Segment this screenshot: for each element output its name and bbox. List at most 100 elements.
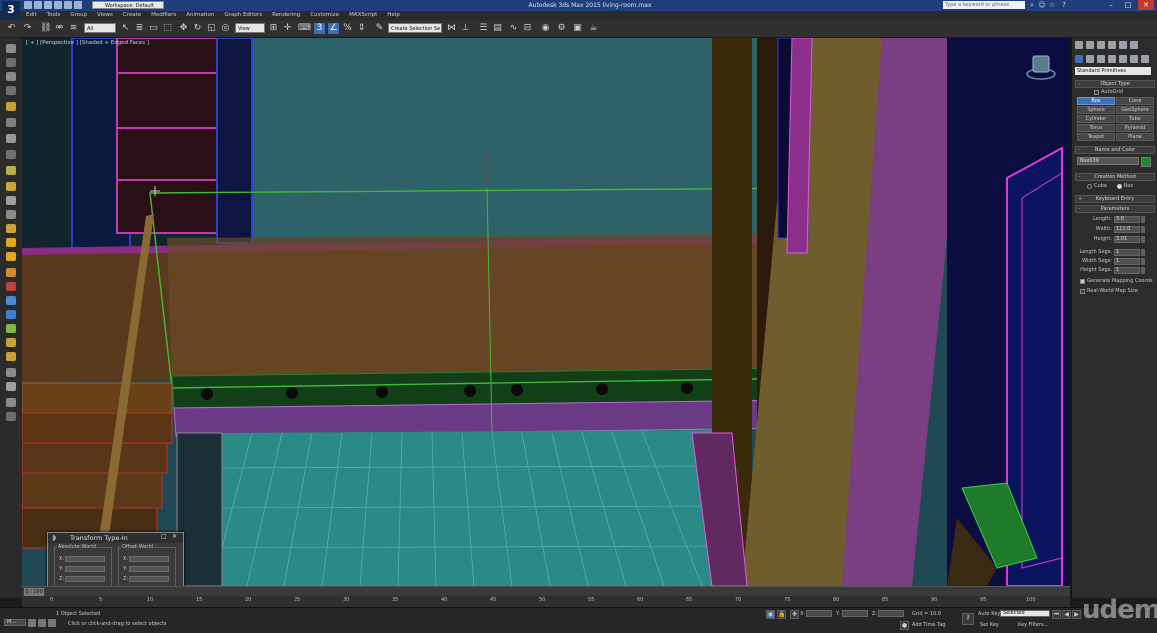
pivot-center-icon[interactable]: ⊞ xyxy=(268,23,279,34)
tool-icon-13[interactable] xyxy=(6,224,16,233)
tool-icon-8[interactable] xyxy=(6,150,16,159)
app-logo-icon[interactable]: 3 xyxy=(2,1,20,19)
move-icon[interactable]: ✥ xyxy=(178,23,189,34)
tool-icon-10[interactable] xyxy=(6,182,16,191)
selection-region-icon[interactable]: ▭ xyxy=(148,23,159,34)
menu-modifiers[interactable]: Modifiers xyxy=(151,11,176,20)
height-segs-spinner[interactable] xyxy=(1141,267,1145,274)
menu-group[interactable]: Group xyxy=(70,11,87,20)
menu-graph-editors[interactable]: Graph Editors xyxy=(224,11,262,20)
length-segs-spinner[interactable] xyxy=(1141,249,1145,256)
height-spinner[interactable] xyxy=(1141,236,1145,243)
motion-tab-icon[interactable] xyxy=(1108,41,1116,49)
window-crossing-icon[interactable]: ⬚ xyxy=(162,23,173,34)
modify-tab-icon[interactable] xyxy=(1086,41,1094,49)
real-world-checkbox[interactable] xyxy=(1080,289,1085,294)
tool-icon-19[interactable] xyxy=(6,310,16,319)
tool-icon-4[interactable] xyxy=(6,86,16,95)
percent-snap-icon[interactable]: % xyxy=(342,23,353,34)
display-tab-icon[interactable] xyxy=(1119,41,1127,49)
maximize-button[interactable]: □ xyxy=(1120,0,1136,10)
create-tab-icon[interactable] xyxy=(1075,41,1083,49)
listener-icon-1[interactable] xyxy=(28,619,36,627)
rotate-icon[interactable]: ↻ xyxy=(192,23,203,34)
workspace-dropdown[interactable]: Workspace: Default xyxy=(92,1,164,9)
redo-icon[interactable] xyxy=(64,1,72,9)
curve-editor-icon[interactable]: ∿ xyxy=(508,23,519,34)
height-input[interactable]: 3.01 xyxy=(1114,236,1140,243)
viewcube-icon[interactable] xyxy=(1026,52,1056,80)
selection-filter-dropdown[interactable]: All xyxy=(84,23,116,33)
mirror-icon[interactable]: ⋈ xyxy=(446,23,457,34)
generate-mapping-checkbox[interactable] xyxy=(1080,279,1085,284)
close-button[interactable]: ✕ xyxy=(1138,0,1154,10)
tool-icon-24[interactable] xyxy=(6,382,16,391)
x-coordinate-input[interactable] xyxy=(806,610,832,617)
tool-icon-12[interactable] xyxy=(6,210,16,219)
width-spinner[interactable] xyxy=(1141,226,1145,233)
width-segs-input[interactable]: 1 xyxy=(1114,258,1140,265)
width-segs-spinner[interactable] xyxy=(1141,258,1145,265)
key-mode-dropdown[interactable]: Selected xyxy=(1000,610,1050,617)
menu-tools[interactable]: Tools xyxy=(47,11,61,20)
search-icon[interactable]: ⌕ xyxy=(1028,1,1036,9)
box-button[interactable]: Box xyxy=(1077,97,1115,105)
menu-customize[interactable]: Customize xyxy=(310,11,339,20)
save-file-icon[interactable] xyxy=(44,1,52,9)
geosphere-button[interactable]: GeoSphere xyxy=(1116,106,1154,114)
isolate-selection-icon[interactable]: ◉ xyxy=(766,610,775,619)
tool-icon-7[interactable] xyxy=(6,134,16,143)
new-file-icon[interactable] xyxy=(24,1,32,9)
abs-y-input[interactable] xyxy=(65,566,105,572)
reference-coordinate-dropdown[interactable]: View xyxy=(235,23,265,33)
menu-edit[interactable]: Edit xyxy=(26,11,37,20)
utilities-tab-icon[interactable] xyxy=(1130,41,1138,49)
sphere-button[interactable]: Sphere xyxy=(1077,106,1115,114)
schematic-view-icon[interactable]: ⊟ xyxy=(522,23,533,34)
plane-button[interactable]: Plane xyxy=(1116,133,1154,141)
select-place-icon[interactable]: ◎ xyxy=(220,23,231,34)
height-segs-input[interactable]: 1 xyxy=(1114,267,1140,274)
creation-method-rollout[interactable]: – Creation Method xyxy=(1075,173,1155,181)
tool-icon-21[interactable] xyxy=(6,338,16,347)
auto-key-button[interactable]: Auto Key xyxy=(978,611,1000,617)
unlink-icon[interactable]: ⚮ xyxy=(54,23,65,34)
z-coordinate-input[interactable] xyxy=(878,610,904,617)
maxscript-listener[interactable]: M... xyxy=(4,619,26,626)
transform-mode-icon[interactable]: ✥ xyxy=(790,610,799,619)
open-file-icon[interactable] xyxy=(34,1,42,9)
autogrid-checkbox[interactable] xyxy=(1094,90,1099,95)
select-object-icon[interactable]: ↖ xyxy=(120,23,131,34)
rendered-frame-window-icon[interactable]: ▣ xyxy=(572,23,583,34)
tool-icon-20[interactable] xyxy=(6,324,16,333)
tool-icon-26[interactable] xyxy=(6,412,16,421)
undo-icon[interactable] xyxy=(54,1,62,9)
tool-icon-1[interactable] xyxy=(6,44,16,53)
hierarchy-tab-icon[interactable] xyxy=(1097,41,1105,49)
layer-manager-icon[interactable]: ☰ xyxy=(478,23,489,34)
help-icon[interactable]: ? xyxy=(1060,1,1068,9)
object-color-swatch[interactable] xyxy=(1141,157,1151,167)
tool-icon-3[interactable] xyxy=(6,72,16,81)
tool-icon-6[interactable] xyxy=(6,118,16,127)
set-key-button[interactable]: Set Key xyxy=(980,622,999,628)
category-dropdown[interactable]: Standard Primitives xyxy=(1075,67,1151,75)
material-editor-icon[interactable]: ◉ xyxy=(540,23,551,34)
tool-icon-17[interactable] xyxy=(6,282,16,291)
select-manipulate-icon[interactable]: ✛ xyxy=(282,23,293,34)
time-slider-thumb[interactable]: 0 / 100 xyxy=(24,588,44,596)
tool-icon-15[interactable] xyxy=(6,252,16,261)
time-tag-icon[interactable]: ● xyxy=(900,621,909,630)
keyboard-entry-rollout[interactable]: + Keyboard Entry xyxy=(1075,195,1155,203)
render-production-icon[interactable]: ☕ xyxy=(588,23,599,34)
off-x-input[interactable] xyxy=(129,556,169,562)
set-key-icon[interactable]: ⚷ xyxy=(962,613,974,625)
helpers-icon[interactable] xyxy=(1119,55,1127,63)
tool-icon-11[interactable] xyxy=(6,196,16,205)
space-warps-icon[interactable] xyxy=(1130,55,1138,63)
scale-icon[interactable]: ◱ xyxy=(206,23,217,34)
go-to-start-icon[interactable]: ⏮ xyxy=(1052,610,1061,619)
track-bar[interactable]: 0 5 10 15 20 25 30 35 40 45 50 55 60 65 … xyxy=(22,596,1070,607)
dialog-restore-icon[interactable]: □ xyxy=(161,533,167,540)
width-input[interactable]: 111.0 xyxy=(1114,226,1140,233)
